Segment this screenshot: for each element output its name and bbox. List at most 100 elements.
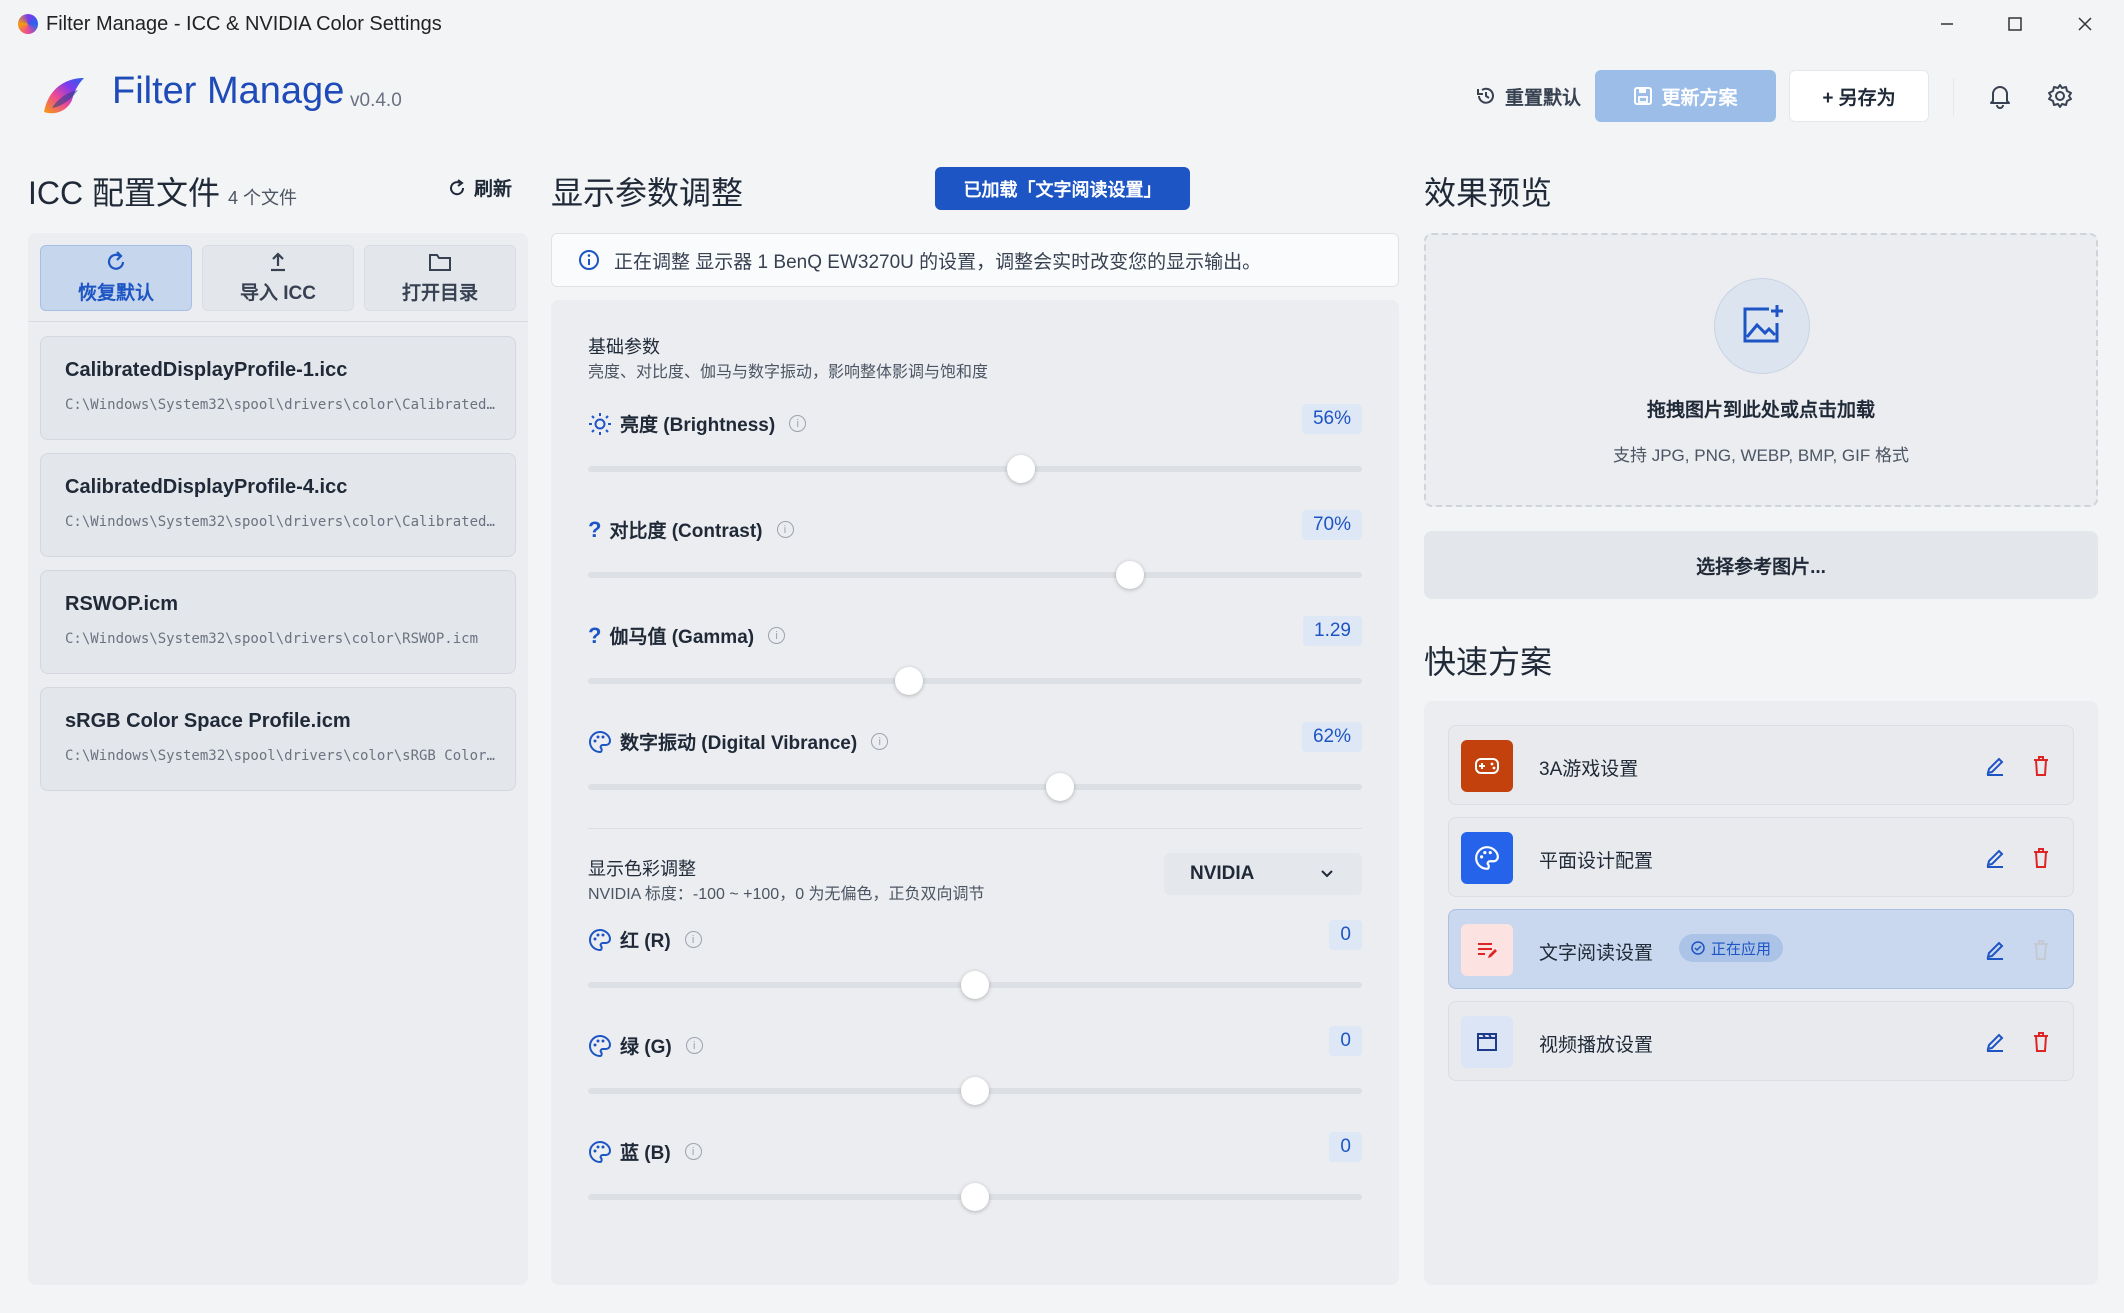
green-slider[interactable]: 绿 (G) i 0 <box>588 1026 1362 1106</box>
icc-panel: 恢复默认 导入 ICC 打开目录 CalibratedDisplayProfil… <box>28 233 528 1285</box>
maximize-button[interactable] <box>1980 0 2050 48</box>
open-directory-button[interactable]: 打开目录 <box>364 245 516 311</box>
color-adjust-title: 显示色彩调整 <box>588 859 696 879</box>
reset-default-label: 重置默认 <box>1504 87 1581 109</box>
slider-track[interactable] <box>588 561 1362 589</box>
save-as-button[interactable]: + 另存为 <box>1789 70 1929 122</box>
import-icc-button[interactable]: 导入 ICC <box>202 245 354 311</box>
display-section-title: 显示参数调整 <box>551 175 744 211</box>
quick-scheme-item[interactable]: 3A游戏设置 <box>1448 725 2074 805</box>
quick-scheme-item[interactable]: 平面设计配置 <box>1448 817 2074 897</box>
refresh-icon <box>107 251 125 270</box>
slider-thumb[interactable] <box>961 1183 989 1211</box>
info-icon[interactable]: i <box>684 931 702 948</box>
update-scheme-label: 更新方案 <box>1661 87 1738 109</box>
slider-track[interactable] <box>588 1077 1362 1105</box>
icc-file-name: sRGB Color Space Profile.icm <box>65 710 351 732</box>
quick-scheme-name: 3A游戏设置 <box>1539 759 1639 780</box>
quick-scheme-item-active[interactable]: 文字阅读设置 正在应用 <box>1448 909 2074 989</box>
divider <box>588 828 1362 829</box>
refresh-icon <box>450 178 465 195</box>
drop-zone-title: 拖拽图片到此处或点击加载 <box>1646 400 1875 421</box>
brightness-slider[interactable]: 亮度 (Brightness) i 56% <box>588 404 1362 484</box>
gear-icon[interactable] <box>2042 78 2078 114</box>
trash-icon[interactable] <box>2025 842 2057 874</box>
restore-default-button[interactable]: 恢复默认 <box>40 245 192 311</box>
question-icon: ? <box>588 516 602 542</box>
slider-thumb[interactable] <box>961 971 989 999</box>
app-icon <box>18 14 38 34</box>
quick-scheme-name: 平面设计配置 <box>1539 851 1654 872</box>
quick-scheme-item[interactable]: 视频播放设置 <box>1448 1001 2074 1081</box>
trash-icon[interactable] <box>2025 1026 2057 1058</box>
contrast-slider[interactable]: ? 对比度 (Contrast) i 70% <box>588 510 1362 590</box>
app-version: v0.4.0 <box>350 90 402 111</box>
icc-file-item[interactable]: RSWOP.icm C:\Windows\System32\spool\driv… <box>40 570 516 674</box>
slider-thumb[interactable] <box>895 667 924 695</box>
update-scheme-button[interactable]: 更新方案 <box>1595 70 1776 122</box>
slider-track[interactable] <box>588 455 1362 483</box>
info-icon <box>579 250 599 270</box>
palette-icon <box>1461 832 1513 884</box>
icc-file-path: C:\Windows\System32\spool\drivers\color\… <box>65 397 495 413</box>
icc-file-item[interactable]: sRGB Color Space Profile.icm C:\Windows\… <box>40 687 516 791</box>
slider-track[interactable] <box>588 667 1362 695</box>
color-adjust-desc: NVIDIA 标度：-100 ~ +100，0 为无偏色，正负双向调节 <box>588 886 985 903</box>
info-icon[interactable]: i <box>789 415 807 432</box>
choose-reference-image-button[interactable]: 选择参考图片... <box>1424 531 2098 599</box>
edit-icon[interactable] <box>1979 842 2011 874</box>
blue-value: 0 <box>1329 1132 1362 1162</box>
applying-status-label: 正在应用 <box>1711 940 1772 958</box>
info-icon[interactable]: i <box>685 1037 703 1054</box>
refresh-button[interactable]: 刷新 <box>448 174 512 201</box>
open-directory-label: 打开目录 <box>401 283 478 304</box>
blue-slider[interactable]: 蓝 (B) i 0 <box>588 1132 1362 1212</box>
edit-icon[interactable] <box>1979 934 2011 966</box>
icc-file-count: 4 个文件 <box>228 188 298 208</box>
gamma-slider[interactable]: ? 伽马值 (Gamma) i 1.29 <box>588 616 1362 696</box>
info-icon[interactable]: i <box>684 1143 702 1160</box>
edit-icon[interactable] <box>1979 750 2011 782</box>
loaded-scheme-badge: 已加载「文字阅读设置」 <box>935 167 1190 210</box>
bell-icon[interactable] <box>1982 78 2018 114</box>
slider-track[interactable] <box>588 773 1362 801</box>
brightness-value: 56% <box>1301 404 1362 434</box>
info-bar: 正在调整 显示器 1 BenQ EW3270U 的设置，调整会实时改变您的显示输… <box>551 233 1399 287</box>
question-icon: ? <box>588 622 602 648</box>
icc-file-item[interactable]: CalibratedDisplayProfile-1.icc C:\Window… <box>40 336 516 440</box>
folder-icon <box>429 254 451 271</box>
close-button[interactable] <box>2050 0 2120 48</box>
reset-default-button[interactable]: 重置默认 <box>1440 70 1616 122</box>
header-divider <box>1953 78 1954 116</box>
slider-thumb[interactable] <box>1007 455 1036 483</box>
minimize-button[interactable] <box>1912 0 1982 48</box>
slider-thumb[interactable] <box>961 1077 989 1105</box>
red-slider[interactable]: 红 (R) i 0 <box>588 920 1362 1000</box>
info-icon[interactable]: i <box>776 521 794 538</box>
slider-thumb[interactable] <box>1115 561 1144 589</box>
edit-icon[interactable] <box>1979 1026 2011 1058</box>
slider-track[interactable] <box>588 971 1362 999</box>
blue-label: 蓝 (B) <box>620 1143 671 1164</box>
palette-icon <box>589 928 612 951</box>
slider-thumb[interactable] <box>1046 773 1075 801</box>
vibrance-slider[interactable]: 数字振动 (Digital Vibrance) i 62% <box>588 722 1362 802</box>
icc-file-item[interactable]: CalibratedDisplayProfile-4.icc C:\Window… <box>40 453 516 557</box>
basic-params-title: 基础参数 <box>588 337 660 357</box>
info-icon[interactable]: i <box>768 627 786 644</box>
clapperboard-icon <box>1461 1016 1513 1068</box>
divider <box>28 321 528 322</box>
vibrance-value: 62% <box>1301 722 1362 752</box>
palette-icon <box>589 730 612 753</box>
gamma-value: 1.29 <box>1303 616 1362 646</box>
save-icon <box>1634 87 1653 105</box>
contrast-value: 70% <box>1301 510 1362 540</box>
image-drop-zone[interactable]: 拖拽图片到此处或点击加载 支持 JPG, PNG, WEBP, BMP, GIF… <box>1424 233 2098 507</box>
info-icon[interactable]: i <box>871 733 889 750</box>
edit-text-icon <box>1461 924 1513 976</box>
vendor-select[interactable]: NVIDIA <box>1164 853 1362 895</box>
quick-scheme-name: 视频播放设置 <box>1539 1035 1654 1056</box>
trash-icon[interactable] <box>2025 750 2057 782</box>
slider-track[interactable] <box>588 1183 1362 1211</box>
quick-scheme-name: 文字阅读设置 <box>1539 943 1654 964</box>
